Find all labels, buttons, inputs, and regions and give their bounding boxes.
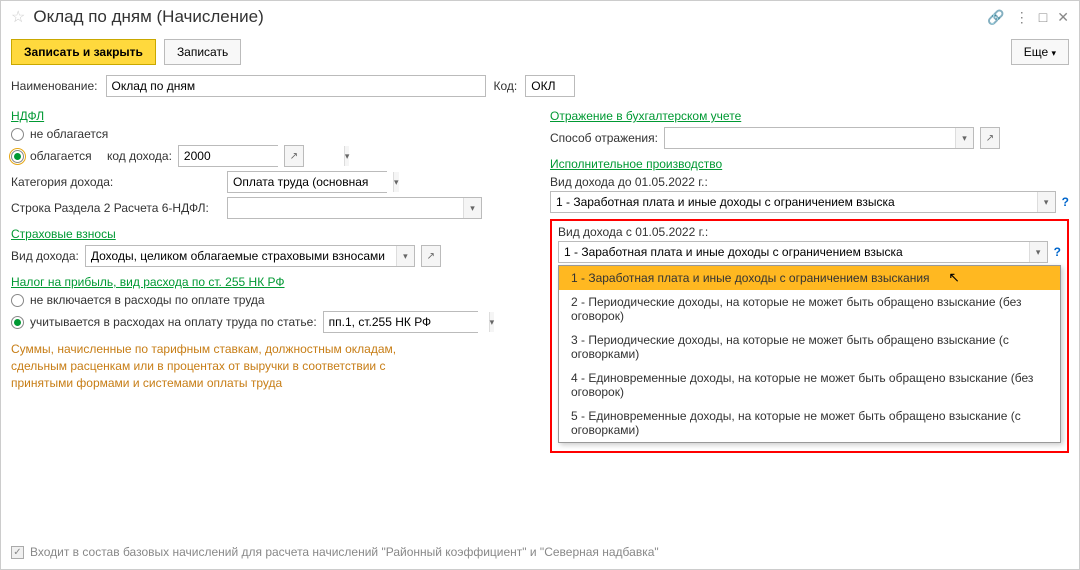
chevron-down-icon[interactable]: ▾	[463, 198, 481, 218]
name-input[interactable]	[106, 75, 486, 97]
save-close-button[interactable]: Записать и закрыть	[11, 39, 156, 65]
code-label: Код:	[494, 79, 518, 93]
name-label: Наименование:	[11, 79, 98, 93]
income-code-input[interactable]	[179, 146, 344, 166]
enforcement-before-row: Вид дохода до 01.05.2022 г.: ▾ ?	[550, 175, 1069, 213]
radio-icon	[11, 294, 24, 307]
insurance-type-row: Вид дохода: ▾ ↗	[11, 245, 530, 267]
save-button[interactable]: Записать	[164, 39, 241, 65]
more-button[interactable]: Еще ▾	[1011, 39, 1069, 65]
footer: Входит в состав базовых начислений для р…	[1, 535, 1079, 569]
cursor-icon: ↖	[948, 269, 960, 286]
income-code-label: код дохода:	[107, 149, 172, 163]
ndfl-taxed-row[interactable]: облагается код дохода: ▾ ↗	[11, 145, 530, 167]
insurance-section-title[interactable]: Страховые взносы	[11, 227, 530, 241]
enforcement-before-combo[interactable]: ▾	[550, 191, 1056, 213]
enforcement-after-combo[interactable]: ▾	[558, 241, 1048, 263]
accounting-method-input[interactable]	[665, 128, 955, 148]
dropdown-item[interactable]: 1 - Заработная плата и иные доходы с огр…	[559, 266, 1060, 290]
code-input[interactable]	[525, 75, 575, 97]
chevron-down-icon[interactable]: ▾	[955, 128, 973, 148]
profit-included-row[interactable]: учитывается в расходах на оплату труда п…	[11, 311, 530, 333]
insurance-type-combo[interactable]: ▾	[85, 245, 415, 267]
article-combo[interactable]: ▾	[323, 311, 478, 333]
insurance-type-label: Вид дохода:	[11, 249, 79, 263]
footer-checkbox[interactable]	[11, 546, 24, 559]
link-icon[interactable]: 🔗	[987, 9, 1004, 26]
dropdown-item[interactable]: 3 - Периодические доходы, на которые не …	[559, 328, 1060, 366]
profit-not-included-label: не включается в расходы по оплате труда	[30, 293, 265, 307]
dropdown-item[interactable]: 2 - Периодические доходы, на которые не …	[559, 290, 1060, 328]
dropdown-item[interactable]: 4 - Единовременные доходы, на которые не…	[559, 366, 1060, 404]
footer-label: Входит в состав базовых начислений для р…	[30, 545, 659, 559]
accounting-method-label: Способ отражения:	[550, 131, 658, 145]
insurance-type-input[interactable]	[86, 246, 396, 266]
accounting-method-row: Способ отражения: ▾ ↗	[550, 127, 1069, 149]
kebab-icon[interactable]: ⋮	[1015, 9, 1029, 26]
enforcement-after-input[interactable]	[559, 242, 1029, 262]
profit-not-included-row[interactable]: не включается в расходы по оплате труда	[11, 293, 530, 307]
accounting-method-combo[interactable]: ▾	[664, 127, 974, 149]
open-external-icon[interactable]: ↗	[284, 145, 304, 167]
enforcement-after-label: Вид дохода с 01.05.2022 г.:	[558, 225, 1061, 239]
name-row: Наименование: Код:	[1, 71, 1079, 101]
titlebar: ☆ Оклад по дням (Начисление) 🔗 ⋮ □ ✕	[1, 1, 1079, 33]
main-window: ☆ Оклад по дням (Начисление) 🔗 ⋮ □ ✕ Зап…	[0, 0, 1080, 570]
row2-combo[interactable]: ▾	[227, 197, 482, 219]
ndfl-taxed-label: облагается	[30, 149, 92, 163]
left-column: НДФЛ не облагается облагается код дохода…	[11, 101, 530, 535]
category-row: Категория дохода: ▾	[11, 171, 530, 193]
radio-icon	[11, 316, 24, 329]
chevron-down-icon[interactable]: ▾	[1037, 192, 1055, 212]
category-label: Категория дохода:	[11, 175, 221, 189]
form-columns: НДФЛ не облагается облагается код дохода…	[1, 101, 1079, 535]
window-controls: 🔗 ⋮ □ ✕	[987, 9, 1069, 26]
chevron-down-icon: ▾	[1051, 48, 1056, 58]
open-external-icon[interactable]: ↗	[421, 245, 441, 267]
category-combo[interactable]: ▾	[227, 171, 387, 193]
category-input[interactable]	[228, 172, 393, 192]
dropdown-item[interactable]: 5 - Единовременные доходы, на которые не…	[559, 404, 1060, 442]
radio-icon	[11, 128, 24, 141]
chevron-down-icon[interactable]: ▾	[396, 246, 414, 266]
toolbar: Записать и закрыть Записать Еще ▾	[1, 33, 1079, 71]
chevron-down-icon[interactable]: ▾	[393, 172, 399, 192]
row2-row: Строка Раздела 2 Расчета 6-НДФЛ: ▾	[11, 197, 530, 219]
article-input[interactable]	[324, 312, 489, 332]
favorite-icon[interactable]: ☆	[11, 7, 25, 27]
radio-icon	[11, 150, 24, 163]
right-column: Отражение в бухгалтерском учете Способ о…	[550, 101, 1069, 535]
help-icon[interactable]: ?	[1062, 195, 1069, 209]
row2-label: Строка Раздела 2 Расчета 6-НДФЛ:	[11, 201, 221, 215]
chevron-down-icon[interactable]: ▾	[1029, 242, 1047, 262]
enforcement-section-title[interactable]: Исполнительное производство	[550, 157, 1069, 171]
ndfl-not-taxed-label: не облагается	[30, 127, 108, 141]
close-icon[interactable]: ✕	[1057, 9, 1069, 26]
accounting-section-title[interactable]: Отражение в бухгалтерском учете	[550, 109, 1069, 123]
enforcement-before-label: Вид дохода до 01.05.2022 г.:	[550, 175, 1069, 189]
profit-tax-section-title[interactable]: Налог на прибыль, вид расхода по ст. 255…	[11, 275, 530, 289]
window-title: Оклад по дням (Начисление)	[33, 7, 979, 27]
profit-tax-note: Суммы, начисленные по тарифным ставкам, …	[11, 341, 411, 391]
ndfl-section-title[interactable]: НДФЛ	[11, 109, 530, 123]
dropdown-list: 1 - Заработная плата и иные доходы с огр…	[558, 265, 1061, 443]
chevron-down-icon[interactable]: ▾	[344, 146, 350, 166]
profit-included-label: учитывается в расходах на оплату труда п…	[30, 315, 317, 329]
row2-input[interactable]	[228, 198, 463, 218]
maximize-icon[interactable]: □	[1039, 9, 1047, 25]
highlight-box: Вид дохода с 01.05.2022 г.: ▾ ? 1 - Зара…	[550, 219, 1069, 453]
chevron-down-icon[interactable]: ▾	[489, 312, 495, 332]
help-icon[interactable]: ?	[1054, 245, 1061, 259]
open-external-icon[interactable]: ↗	[980, 127, 1000, 149]
income-code-combo[interactable]: ▾	[178, 145, 278, 167]
enforcement-before-input[interactable]	[551, 192, 1037, 212]
ndfl-not-taxed-row[interactable]: не облагается	[11, 127, 530, 141]
